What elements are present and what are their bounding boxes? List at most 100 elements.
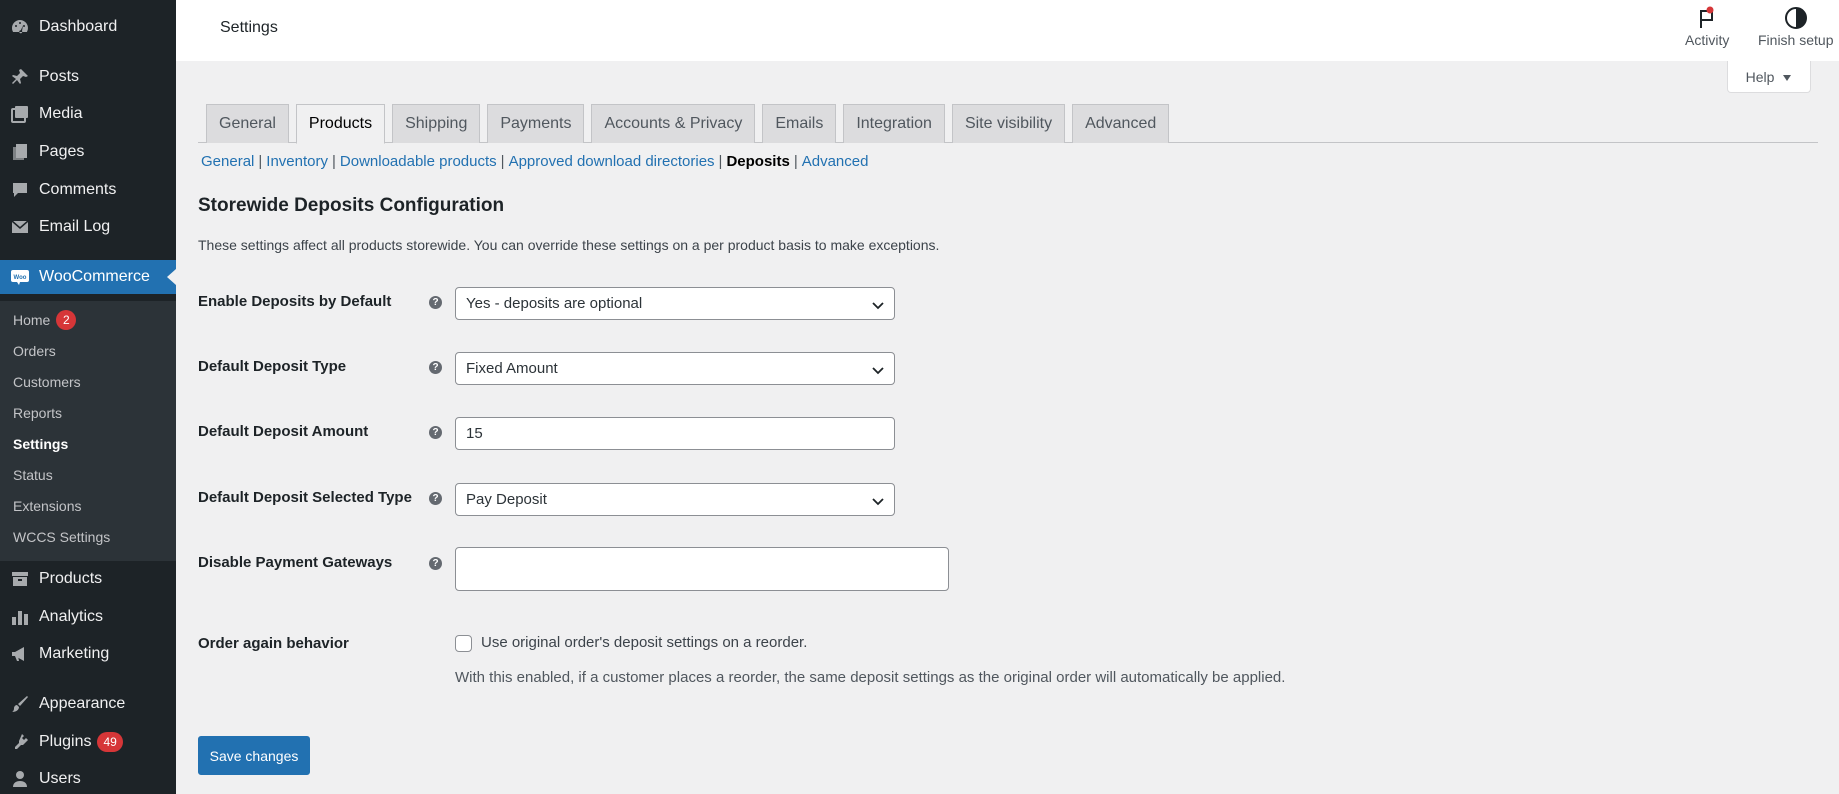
sidebar-item-plugins[interactable]: Plugins 49 [0,725,176,759]
megaphone-icon [10,644,30,664]
sidebar-item-comments[interactable]: Comments [0,173,176,207]
admin-sidebar: Dashboard Posts Media Pages Comments Ema… [0,0,176,794]
sidebar-item-label: Plugins [39,733,92,750]
sidebar-item-analytics[interactable]: Analytics [0,600,176,634]
section-link-approved-dirs[interactable]: Approved download directories [509,153,715,170]
sidebar-item-pages[interactable]: Pages [0,135,176,169]
enable-deposits-value: Yes - deposits are optional [466,295,643,312]
pages-icon [10,142,30,162]
section-link-general[interactable]: General [201,153,254,170]
help-tip-icon[interactable]: ? [429,426,442,439]
chevron-down-icon [871,494,885,506]
submenu-home-label: Home [13,312,51,328]
sidebar-item-dashboard[interactable]: Dashboard [0,10,176,44]
submenu-customers[interactable]: Customers [13,371,81,393]
sidebar-item-label: Users [39,770,81,787]
sidebar-item-users[interactable]: Users [0,762,176,794]
separator: | [718,153,723,170]
finish-setup-button[interactable]: Finish setup [1758,4,1833,48]
disable-gateways-multiselect[interactable] [455,547,949,591]
section-description: These settings affect all products store… [198,237,940,253]
sidebar-item-label: Analytics [39,608,104,625]
sidebar-item-marketing[interactable]: Marketing [0,637,176,671]
half-circle-icon [1784,4,1808,32]
sidebar-item-label: Posts [39,68,80,85]
tab-accounts-privacy[interactable]: Accounts & Privacy [591,104,756,143]
activity-label: Activity [1685,32,1730,48]
sidebar-item-email-log[interactable]: Email Log [0,210,176,244]
separator: | [258,153,263,170]
save-changes-button[interactable]: Save changes [198,736,310,775]
submenu-home[interactable]: Home 2 [13,309,77,331]
sidebar-item-label: Dashboard [39,18,118,35]
sidebar-item-label: Products [39,570,103,587]
submenu-status[interactable]: Status [13,464,53,486]
tab-payments[interactable]: Payments [487,104,585,143]
plugins-update-badge: 49 [97,732,123,752]
help-tip-icon[interactable]: ? [429,492,442,505]
section-link-inventory[interactable]: Inventory [266,153,328,170]
submenu-extensions[interactable]: Extensions [13,495,81,517]
submenu-reports[interactable]: Reports [13,402,62,424]
deposit-amount-input[interactable]: 15 [455,417,895,450]
email-icon [10,217,30,237]
top-header: Settings Activity Finish setup [176,0,1839,61]
sidebar-item-posts[interactable]: Posts [0,60,176,94]
comments-icon [10,180,30,200]
deposit-type-label: Default Deposit Type [198,358,347,375]
woocommerce-icon: Woo [10,267,30,287]
separator: | [500,153,505,170]
sidebar-item-label: WooCommerce [39,268,150,285]
section-link-downloadable[interactable]: Downloadable products [340,153,497,170]
plugin-icon [10,732,30,752]
sidebar-item-woocommerce[interactable]: Woo WooCommerce [0,260,176,294]
tab-advanced[interactable]: Advanced [1072,104,1170,143]
help-label: Help [1745,68,1775,85]
tab-emails[interactable]: Emails [762,104,837,143]
help-tab[interactable]: Help [1727,61,1811,93]
tab-shipping[interactable]: Shipping [392,104,481,143]
submenu-orders[interactable]: Orders [13,340,56,362]
tab-products[interactable]: Products [295,104,386,144]
deposit-type-select[interactable]: Fixed Amount [455,352,895,385]
home-count-badge: 2 [56,310,77,330]
section-link-advanced[interactable]: Advanced [802,153,869,170]
paintbrush-icon [10,694,30,714]
submenu-settings[interactable]: Settings [13,433,68,455]
finish-setup-label: Finish setup [1758,32,1834,48]
help-tip-icon[interactable]: ? [429,557,442,570]
order-again-checkbox-label[interactable]: Use original order's deposit settings on… [481,634,807,651]
sidebar-item-label: Comments [39,181,117,198]
deposit-selected-type-label: Default Deposit Selected Type [198,489,412,506]
order-again-checkbox[interactable] [455,635,472,652]
sidebar-item-label: Email Log [39,218,111,235]
section-heading: Storewide Deposits Configuration [198,195,505,216]
disable-gateways-label: Disable Payment Gateways [198,554,393,571]
deposit-amount-value: 15 [466,425,483,442]
sidebar-item-media[interactable]: Media [0,97,176,131]
chevron-down-icon [871,298,885,310]
deposit-selected-type-value: Pay Deposit [466,491,547,508]
tab-site-visibility[interactable]: Site visibility [951,104,1066,143]
tab-integration[interactable]: Integration [843,104,945,143]
sidebar-item-label: Pages [39,143,85,160]
sidebar-item-label: Marketing [39,645,110,662]
enable-deposits-select[interactable]: Yes - deposits are optional [455,287,895,320]
help-tip-icon[interactable]: ? [429,361,442,374]
archive-icon [10,569,30,589]
sidebar-item-label: Appearance [39,695,126,712]
sidebar-item-label: Media [39,105,83,122]
help-tip-icon[interactable]: ? [429,296,442,309]
activity-button[interactable]: Activity [1685,4,1729,48]
user-icon [10,769,30,789]
sidebar-item-appearance[interactable]: Appearance [0,687,176,721]
sidebar-item-products[interactable]: Products [0,562,176,596]
order-again-description: With this enabled, if a customer places … [455,669,1286,686]
deposit-selected-type-select[interactable]: Pay Deposit [455,483,895,516]
tab-general[interactable]: General [206,104,289,143]
submenu-wccs-settings[interactable]: WCCS Settings [13,526,110,548]
deposit-amount-label: Default Deposit Amount [198,423,369,440]
section-link-deposits-current: Deposits [726,153,790,170]
settings-tabs: General Products Shipping Payments Accou… [206,104,1170,144]
dashboard-icon [10,17,30,37]
